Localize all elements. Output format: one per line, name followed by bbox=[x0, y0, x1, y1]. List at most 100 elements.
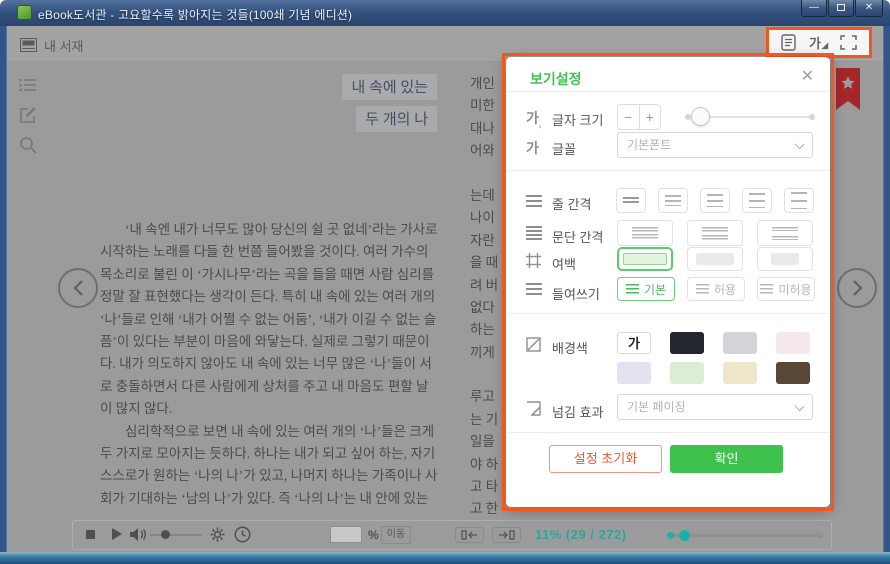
page-settings-icon[interactable] bbox=[781, 34, 796, 51]
panel-close-icon[interactable]: ✕ bbox=[801, 66, 814, 86]
indent-option-label: 기본 bbox=[644, 281, 666, 298]
bookmark-ribbon-icon[interactable] bbox=[836, 68, 860, 116]
app-icon bbox=[17, 5, 32, 20]
margin-option-2[interactable] bbox=[687, 247, 743, 271]
stop-icon[interactable] bbox=[86, 530, 95, 539]
margin-option-3[interactable] bbox=[757, 247, 813, 271]
line-spacing-option-3[interactable] bbox=[700, 188, 730, 213]
view-settings-icon[interactable]: 가◢ bbox=[809, 33, 827, 52]
close-button[interactable]: ✕ bbox=[855, 0, 883, 17]
paragraph-spacing-option-3[interactable] bbox=[757, 220, 813, 246]
font-size-decrease-button[interactable]: − bbox=[618, 105, 640, 129]
line-spacing-option-2[interactable] bbox=[658, 188, 688, 213]
bg-swatch-lavender[interactable] bbox=[617, 362, 651, 384]
maximize-button[interactable] bbox=[828, 0, 854, 17]
font-glyph-mark: ◢ bbox=[822, 41, 828, 50]
text-fragment: 대나 bbox=[470, 118, 502, 140]
font-size-label: 글자 크기 bbox=[552, 110, 603, 129]
timer-icon[interactable] bbox=[234, 526, 251, 543]
line-spacing-option-5[interactable] bbox=[784, 188, 814, 213]
font-size-slider-handle[interactable] bbox=[691, 107, 710, 126]
previous-page-button[interactable] bbox=[58, 268, 98, 308]
my-library-button[interactable]: 내 서재 bbox=[20, 36, 84, 54]
bg-swatch-dark[interactable] bbox=[670, 332, 704, 354]
font-family-label: 글꼴 bbox=[552, 139, 576, 158]
window-border-right bbox=[883, 26, 890, 553]
volume-icon[interactable] bbox=[129, 527, 146, 542]
text-line: 시작하는 노래를 다들 한 번쯤 들어봤을 것이다. 여러 가수의 bbox=[100, 241, 498, 263]
bookshelf-icon bbox=[20, 38, 37, 52]
next-column-text: 개인 미한 대나 어와 는데 나이 자란 을 때 려 버 없다 하는 끼게 루고… bbox=[470, 73, 502, 521]
chevron-down-icon bbox=[795, 402, 804, 411]
next-page-button[interactable] bbox=[837, 268, 877, 308]
bg-swatch-gray[interactable] bbox=[723, 332, 757, 354]
bg-swatch-white[interactable]: 가 bbox=[617, 332, 651, 354]
window-border-left bbox=[0, 26, 7, 553]
indent-label: 들여쓰기 bbox=[552, 284, 600, 303]
font-size-stepper: − + bbox=[617, 104, 661, 130]
play-icon[interactable] bbox=[112, 528, 122, 540]
page-effect-value: 기본 페이징 bbox=[627, 400, 686, 414]
progress-slider-handle[interactable] bbox=[679, 530, 690, 541]
text-line: 다. 내가 의도하지 않아도 내 속에 있는 너무 많은 ‘나’들이 서 bbox=[100, 353, 498, 375]
page-effect-icon bbox=[526, 401, 541, 416]
background-color-icon bbox=[526, 337, 541, 352]
reset-settings-button[interactable]: 설정 초기화 bbox=[549, 445, 662, 473]
volume-slider-track[interactable] bbox=[150, 534, 202, 536]
percent-input[interactable] bbox=[330, 526, 362, 543]
font-size-increase-button[interactable]: + bbox=[640, 105, 661, 129]
volume-slider-handle[interactable] bbox=[161, 530, 170, 539]
panel-title: 보기설정 bbox=[530, 69, 582, 89]
bg-swatch-cream[interactable] bbox=[723, 362, 757, 384]
confirm-button[interactable]: 확인 bbox=[670, 445, 783, 473]
text-fragment: 나이 bbox=[470, 207, 502, 229]
line-spacing-option-1[interactable] bbox=[616, 188, 646, 213]
divider bbox=[506, 432, 830, 433]
fullscreen-icon[interactable] bbox=[840, 35, 857, 50]
window-title: eBook도서관 - 고요할수록 밝아지는 것들(100쇄 기념 에디션) bbox=[38, 6, 352, 23]
text-line: 두 가지로 모아지는 듯하다. 하나는 내가 되고 싶어 하는, 자기 bbox=[100, 443, 498, 465]
chevron-down-icon bbox=[795, 140, 804, 149]
progress-start-dot bbox=[667, 532, 674, 539]
progress-text: 11% (29 / 272) bbox=[535, 527, 627, 542]
paragraph-spacing-icon bbox=[526, 226, 542, 240]
text-fragment: 을 때 bbox=[470, 252, 502, 274]
text-line: 스스로가 원하는 ‘나의 나’가 있고, 나머지 하나는 가족이나 사 bbox=[100, 465, 498, 487]
paragraph-spacing-option-1[interactable] bbox=[617, 220, 673, 246]
page-effect-dropdown[interactable]: 기본 페이징 bbox=[617, 394, 813, 420]
search-icon[interactable] bbox=[19, 136, 37, 154]
text-fragment: 려 버 bbox=[470, 275, 502, 297]
annotation-icon[interactable] bbox=[19, 106, 37, 124]
tts-settings-gear-icon[interactable] bbox=[209, 526, 226, 543]
my-library-label: 내 서재 bbox=[44, 36, 84, 55]
indent-option-allow[interactable]: 허용 bbox=[687, 277, 745, 301]
line-spacing-option-4[interactable] bbox=[742, 188, 772, 213]
line-spacing-label: 줄 간격 bbox=[552, 194, 592, 213]
jump-to-start-button[interactable] bbox=[455, 527, 484, 543]
text-line: 목소리로 불린 이 ‘가시나무’라는 곡을 들을 때면 사람 심리를 bbox=[100, 264, 498, 286]
text-line: ‘내 속엔 내가 너무도 많아 당신의 쉴 곳 없네’라는 가사로 bbox=[100, 219, 498, 241]
text-fragment: 고 한 bbox=[470, 498, 502, 520]
indent-option-default-selected[interactable]: 기본 bbox=[617, 277, 675, 301]
text-line: 이 많지 않다. bbox=[100, 398, 498, 420]
jump-to-end-button[interactable] bbox=[492, 527, 521, 543]
bg-swatch-brown[interactable] bbox=[776, 362, 810, 384]
progress-end-ring bbox=[816, 531, 823, 538]
text-fragment: 개인 bbox=[470, 73, 502, 95]
slider-end-dot bbox=[809, 114, 815, 120]
indent-option-disallow[interactable]: 미허용 bbox=[757, 277, 815, 301]
font-family-dropdown[interactable]: 기본폰트 bbox=[617, 132, 813, 158]
progress-slider-track[interactable] bbox=[667, 534, 823, 537]
text-fragment: 끼게 bbox=[470, 342, 502, 364]
margin-option-1-selected[interactable] bbox=[617, 247, 673, 271]
bg-swatch-green[interactable] bbox=[670, 362, 704, 384]
bg-swatch-pink[interactable] bbox=[776, 332, 810, 354]
goto-button[interactable]: 이동 bbox=[381, 526, 411, 544]
text-fragment: 어와 bbox=[470, 140, 502, 162]
divider bbox=[506, 313, 830, 314]
text-line: 회가 기대하는 ‘남의 나’가 있다. 즉 ‘나의 나’는 내 안에 있는 bbox=[100, 488, 498, 510]
table-of-contents-icon[interactable] bbox=[19, 76, 37, 94]
paragraph-spacing-option-2[interactable] bbox=[687, 220, 743, 246]
text-fragment: 는데 bbox=[470, 185, 502, 207]
minimize-button[interactable]: — bbox=[801, 0, 827, 17]
